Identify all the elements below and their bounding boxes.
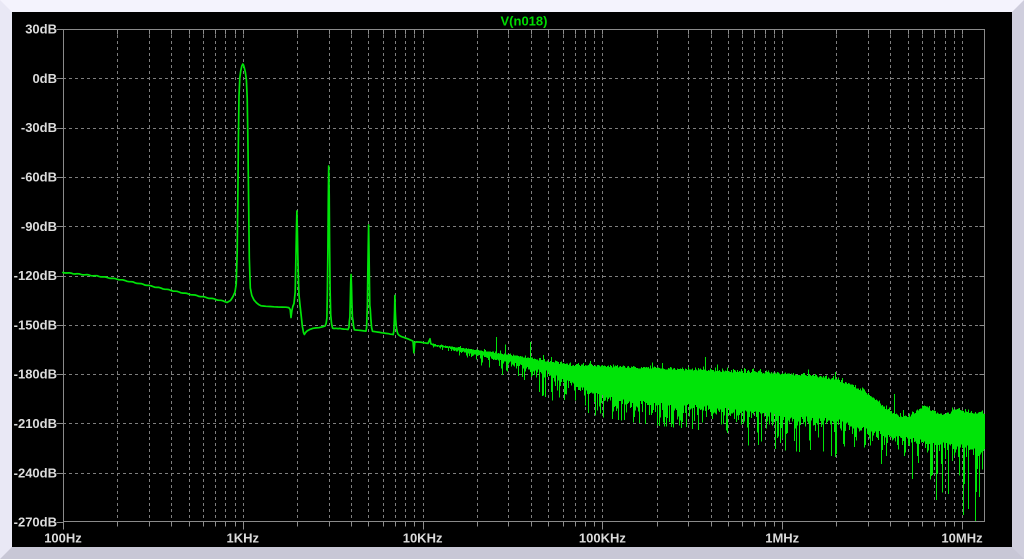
svg-text:-120dB: -120dB [14, 268, 57, 283]
svg-text:1KHz: 1KHz [227, 530, 260, 545]
svg-text:0dB: 0dB [32, 71, 57, 86]
svg-text:100Hz: 100Hz [44, 530, 82, 545]
svg-text:V(n018): V(n018) [501, 13, 548, 28]
svg-text:10MHz: 10MHz [941, 530, 983, 545]
svg-text:-60dB: -60dB [21, 170, 57, 185]
svg-text:-180dB: -180dB [14, 367, 57, 382]
svg-text:-210dB: -210dB [14, 416, 57, 431]
svg-text:-240dB: -240dB [14, 465, 57, 480]
svg-text:-150dB: -150dB [14, 317, 57, 332]
svg-text:100KHz: 100KHz [579, 530, 626, 545]
svg-text:-90dB: -90dB [21, 219, 57, 234]
svg-text:10KHz: 10KHz [403, 530, 443, 545]
svg-text:1MHz: 1MHz [765, 530, 799, 545]
svg-text:30dB: 30dB [25, 22, 57, 37]
svg-text:-270dB: -270dB [14, 515, 57, 530]
svg-text:-30dB: -30dB [21, 120, 57, 135]
